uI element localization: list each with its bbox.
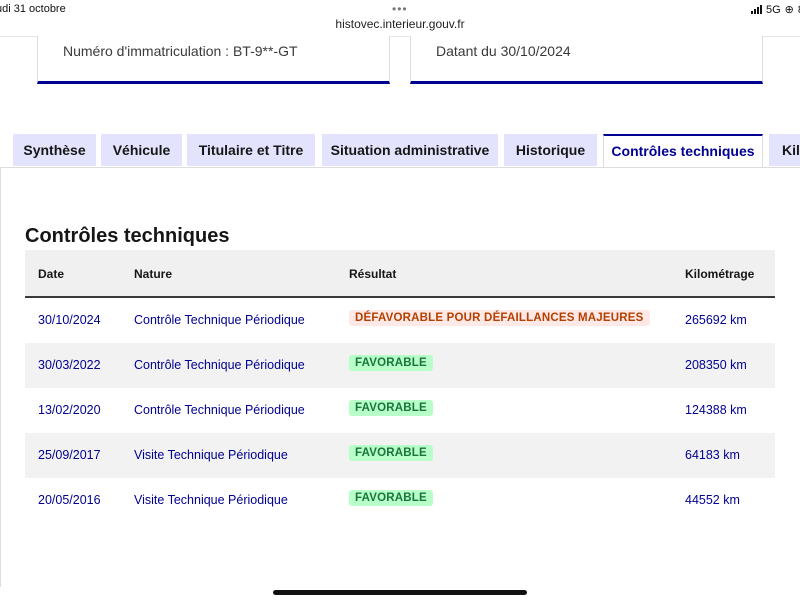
row-nature: Contrôle Technique Périodique: [134, 358, 305, 372]
header-date: Date: [38, 267, 65, 281]
tab-bar: Synthèse Véhicule Titulaire et Titre Sit…: [0, 134, 800, 168]
row-mileage: 44552 km: [685, 493, 740, 507]
row-mileage: 208350 km: [685, 358, 747, 372]
result-badge-favorable: FAVORABLE: [349, 355, 433, 371]
tab-vehicule[interactable]: Véhicule: [101, 134, 182, 166]
table-header: Date Nature Résultat Kilométrage: [25, 250, 775, 298]
result-badge-favorable: FAVORABLE: [349, 400, 433, 416]
rotation-lock-icon: ⊕: [784, 4, 794, 16]
address-url[interactable]: histovec.interieur.gouv.fr: [0, 17, 800, 31]
registration-card: Numéro d'immatriculation : BT-9**-GT: [37, 36, 390, 84]
table-row: 13/02/2020 Contrôle Technique Périodique…: [25, 388, 775, 433]
home-indicator[interactable]: [273, 590, 527, 595]
row-nature: Visite Technique Périodique: [134, 448, 288, 462]
status-indicators: 5G ⊕ 8: [750, 3, 800, 16]
row-nature: Visite Technique Périodique: [134, 493, 288, 507]
status-date: udi 31 octobre: [0, 3, 66, 15]
section-title: Contrôles techniques: [25, 225, 230, 247]
row-date: 13/02/2020: [38, 403, 101, 417]
registration-text: Numéro d'immatriculation : BT-9**-GT: [63, 43, 298, 59]
tab-historique[interactable]: Historique: [504, 134, 597, 166]
row-date: 30/10/2024: [38, 313, 101, 327]
table-row: 20/05/2016 Visite Technique Périodique F…: [25, 478, 775, 523]
tab-kilometrage[interactable]: Kil: [769, 134, 800, 166]
row-mileage: 64183 km: [685, 448, 740, 462]
result-badge-favorable: FAVORABLE: [349, 445, 433, 461]
row-nature: Contrôle Technique Périodique: [134, 313, 305, 327]
row-date: 25/09/2017: [38, 448, 101, 462]
tab-situation-administrative[interactable]: Situation administrative: [322, 134, 498, 166]
row-date: 20/05/2016: [38, 493, 101, 507]
row-date: 30/03/2022: [38, 358, 101, 372]
status-bar: udi 31 octobre ••• histovec.interieur.go…: [0, 0, 800, 36]
report-date-text: Datant du 30/10/2024: [436, 43, 571, 59]
result-badge-favorable: FAVORABLE: [349, 490, 433, 506]
header-result: Résultat: [349, 267, 397, 281]
table-row: 25/09/2017 Visite Technique Périodique F…: [25, 433, 775, 478]
result-badge-unfavorable: DÉFAVORABLE POUR DÉFAILLANCES MAJEURES: [349, 310, 650, 326]
tab-controles-techniques[interactable]: Contrôles techniques: [603, 134, 763, 168]
header-nature: Nature: [134, 267, 173, 281]
date-card: Datant du 30/10/2024: [410, 36, 763, 84]
row-mileage: 124388 km: [685, 403, 747, 417]
table-row: 30/10/2024 Contrôle Technique Périodique…: [25, 298, 775, 343]
controls-table: Date Nature Résultat Kilométrage 30/10/2…: [25, 250, 775, 523]
tab-titulaire[interactable]: Titulaire et Titre: [187, 134, 315, 166]
header-mileage: Kilométrage: [685, 267, 755, 281]
more-dots-icon[interactable]: •••: [392, 2, 408, 16]
tab-synthese[interactable]: Synthèse: [13, 134, 96, 166]
network-type: 5G: [765, 3, 781, 16]
cellular-signal-icon: [750, 5, 762, 14]
table-row: 30/03/2022 Contrôle Technique Périodique…: [25, 343, 775, 388]
row-nature: Contrôle Technique Périodique: [134, 403, 305, 417]
row-mileage: 265692 km: [685, 313, 747, 327]
